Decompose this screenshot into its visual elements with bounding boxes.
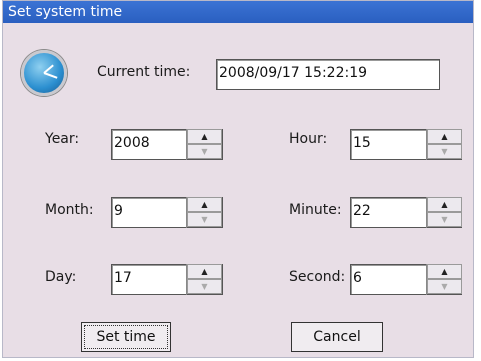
minute-spinner: ▲ ▼: [426, 197, 462, 228]
minute-up-button[interactable]: ▲: [427, 197, 462, 212]
day-value: 17: [114, 270, 132, 286]
hour-label: Hour:: [289, 131, 328, 147]
second-down-button[interactable]: ▼: [427, 279, 462, 294]
hour-value: 15: [353, 135, 371, 151]
second-spinner: ▲ ▼: [426, 264, 462, 295]
set-time-button[interactable]: Set time: [81, 322, 171, 352]
hour-up-button[interactable]: ▲: [427, 129, 462, 144]
clock-minute-hand: [43, 72, 58, 79]
day-spinner: ▲ ▼: [186, 264, 222, 295]
second-up-button[interactable]: ▲: [427, 264, 462, 279]
set-system-time-window: Set system time Current time: 2008/09/17…: [2, 0, 474, 358]
current-time-display: 2008/09/17 15:22:19: [216, 59, 440, 90]
day-label: Day:: [45, 269, 77, 285]
hour-spinner: ▲ ▼: [426, 129, 462, 160]
second-label: Second:: [289, 269, 346, 285]
day-up-button[interactable]: ▲: [187, 264, 222, 279]
year-spinner: ▲ ▼: [186, 129, 222, 160]
month-spinner: ▲ ▼: [186, 197, 222, 228]
window-title: Set system time: [3, 1, 473, 23]
minute-label: Minute:: [289, 202, 342, 218]
year-up-button[interactable]: ▲: [187, 129, 222, 144]
clock-icon: [21, 50, 67, 96]
cancel-button[interactable]: Cancel: [291, 322, 383, 352]
month-value: 9: [114, 203, 123, 219]
month-down-button[interactable]: ▼: [187, 212, 222, 227]
hour-down-button[interactable]: ▼: [427, 144, 462, 159]
year-down-button[interactable]: ▼: [187, 144, 222, 159]
minute-value: 22: [353, 203, 371, 219]
day-down-button[interactable]: ▼: [187, 279, 222, 294]
month-label: Month:: [45, 202, 94, 218]
current-time-label: Current time:: [97, 64, 191, 80]
second-value: 6: [353, 270, 362, 286]
month-up-button[interactable]: ▲: [187, 197, 222, 212]
year-label: Year:: [45, 131, 80, 147]
year-value: 2008: [114, 135, 150, 151]
minute-down-button[interactable]: ▼: [427, 212, 462, 227]
